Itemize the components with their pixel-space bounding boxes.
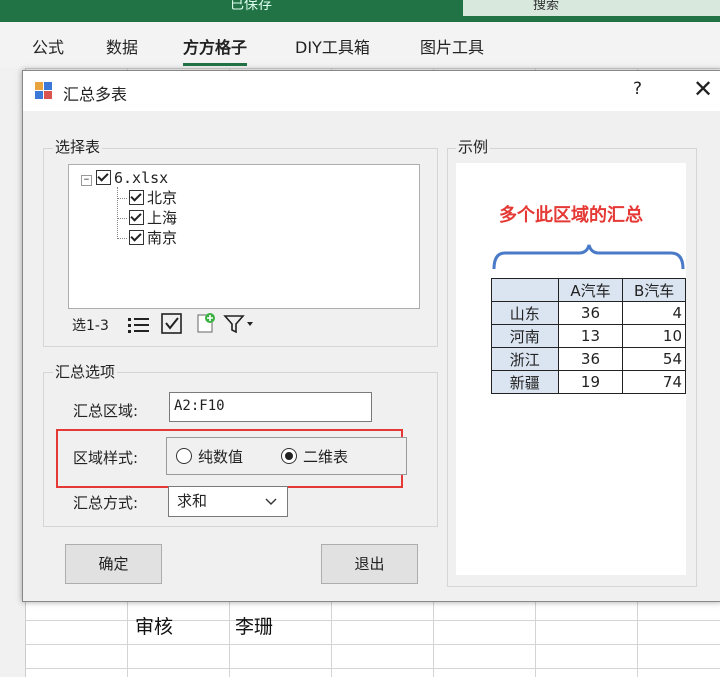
save-status: 已保存: [230, 0, 272, 13]
table-row: 河南 13 10: [491, 324, 686, 348]
method-value: 求和: [177, 492, 208, 510]
tree-file-node[interactable]: − 6.xlsx: [81, 168, 168, 188]
chevron-down-icon[interactable]: [265, 498, 277, 506]
table-row: 山东 36 4: [491, 301, 686, 325]
tree-sheet-shanghai[interactable]: 上海: [129, 208, 177, 228]
table-cell: 山东: [491, 301, 559, 325]
summary-options-label: 汇总选项: [53, 361, 118, 382]
filter-dropdown-icon[interactable]: [223, 313, 257, 335]
tree-line: [117, 238, 127, 239]
sheet-name: 北京: [147, 189, 178, 207]
radio-label: 二维表: [303, 448, 349, 466]
sheet-name: 南京: [147, 229, 178, 247]
table-cell: 河南: [491, 324, 559, 348]
table-row: 浙江 36 54: [491, 347, 686, 371]
selection-count: 选1-3: [72, 318, 109, 334]
tab-fangfang-gezi[interactable]: 方方格子: [183, 34, 248, 66]
collapse-icon[interactable]: −: [81, 175, 92, 186]
table-cell: 浙江: [491, 347, 559, 371]
table-cell: 19: [557, 370, 624, 394]
tree-sheet-nanjing[interactable]: 南京: [129, 228, 177, 248]
cell-reviewer-name[interactable]: 李珊: [235, 612, 273, 639]
sheet-checkbox[interactable]: [129, 230, 144, 245]
cell-reviewer-label[interactable]: 审核: [135, 612, 173, 639]
table-cell: 36: [557, 347, 624, 371]
tree-line: [117, 187, 118, 239]
table-cell: 74: [622, 370, 686, 394]
style-label: 区域样式:: [73, 449, 139, 467]
table-cell: 10: [622, 324, 686, 348]
sheet-checkbox[interactable]: [129, 190, 144, 205]
add-file-icon[interactable]: [195, 312, 217, 334]
help-button[interactable]: ?: [633, 79, 642, 99]
tab-diy-toolbox[interactable]: DIY工具箱: [295, 34, 370, 58]
method-select[interactable]: 求和: [168, 486, 288, 517]
dialog-title-bar: 汇总多表 ? ✕: [23, 71, 720, 111]
radio-plain-values[interactable]: 纯数值: [176, 446, 243, 467]
table-cell: 新疆: [491, 370, 559, 394]
file-checkbox[interactable]: [96, 170, 111, 185]
sheet-name: 上海: [147, 209, 178, 227]
sheet-tree[interactable]: − 6.xlsx 北京 上海 南京: [68, 164, 420, 309]
tree-line: [117, 218, 127, 219]
radio-button[interactable]: [281, 448, 297, 464]
table-cell: B汽车: [622, 278, 686, 302]
table-cell: 54: [622, 347, 686, 371]
table-cell: 13: [557, 324, 624, 348]
method-label: 汇总方式:: [73, 494, 139, 512]
ok-button[interactable]: 确定: [65, 544, 162, 584]
tab-data[interactable]: 数据: [106, 34, 138, 58]
ribbon-tabs: 公式 数据 方方格子 DIY工具箱 图片工具: [0, 22, 720, 68]
example-caption: 多个此区域的汇总: [499, 205, 643, 226]
example-panel: 多个此区域的汇总 A汽车 B汽车 山东 36 4 河南 13 10 浙江 36: [456, 163, 686, 575]
summarize-sheets-dialog: 汇总多表 ? ✕ 选择表 − 6.xlsx 北京 上海 南京 选1-3 汇总选项 …: [22, 70, 720, 602]
search-box[interactable]: 搜索: [463, 0, 720, 16]
tree-line: [117, 198, 127, 199]
tab-formulas[interactable]: 公式: [32, 34, 64, 58]
list-icon[interactable]: [128, 316, 150, 334]
search-label: 搜索: [533, 0, 560, 13]
sheet-checkbox[interactable]: [129, 210, 144, 225]
tree-toolbar: 选1-3: [68, 308, 418, 340]
exit-button[interactable]: 退出: [321, 544, 418, 584]
tab-picture-tools[interactable]: 图片工具: [420, 34, 484, 58]
file-name: 6.xlsx: [114, 169, 169, 187]
radio-button[interactable]: [176, 448, 192, 464]
app-icon: [35, 82, 53, 100]
tree-sheet-beijing[interactable]: 北京: [129, 188, 177, 208]
table-row: 新疆 19 74: [491, 370, 686, 394]
brace-icon: [492, 244, 685, 270]
example-table: A汽车 B汽车 山东 36 4 河南 13 10 浙江 36 54 新疆 19: [491, 278, 686, 394]
range-label: 汇总区域:: [73, 402, 139, 420]
radio-label: 纯数值: [198, 448, 244, 466]
table-cell: A汽车: [557, 278, 624, 302]
dialog-title: 汇总多表: [63, 85, 128, 104]
table-row: A汽车 B汽车: [491, 278, 686, 302]
select-sheets-label: 选择表: [53, 136, 103, 157]
style-radio-group: 纯数值 二维表: [166, 437, 407, 475]
example-label: 示例: [456, 136, 491, 157]
table-cell: [491, 278, 559, 302]
table-cell: 4: [622, 301, 686, 325]
check-all-icon[interactable]: [161, 313, 183, 335]
excel-title-bar: 已保存 搜索: [0, 0, 720, 22]
table-cell: 36: [557, 301, 624, 325]
radio-2d-table[interactable]: 二维表: [281, 446, 348, 467]
close-button[interactable]: ✕: [693, 75, 713, 103]
range-input[interactable]: A2:F10: [169, 392, 372, 422]
